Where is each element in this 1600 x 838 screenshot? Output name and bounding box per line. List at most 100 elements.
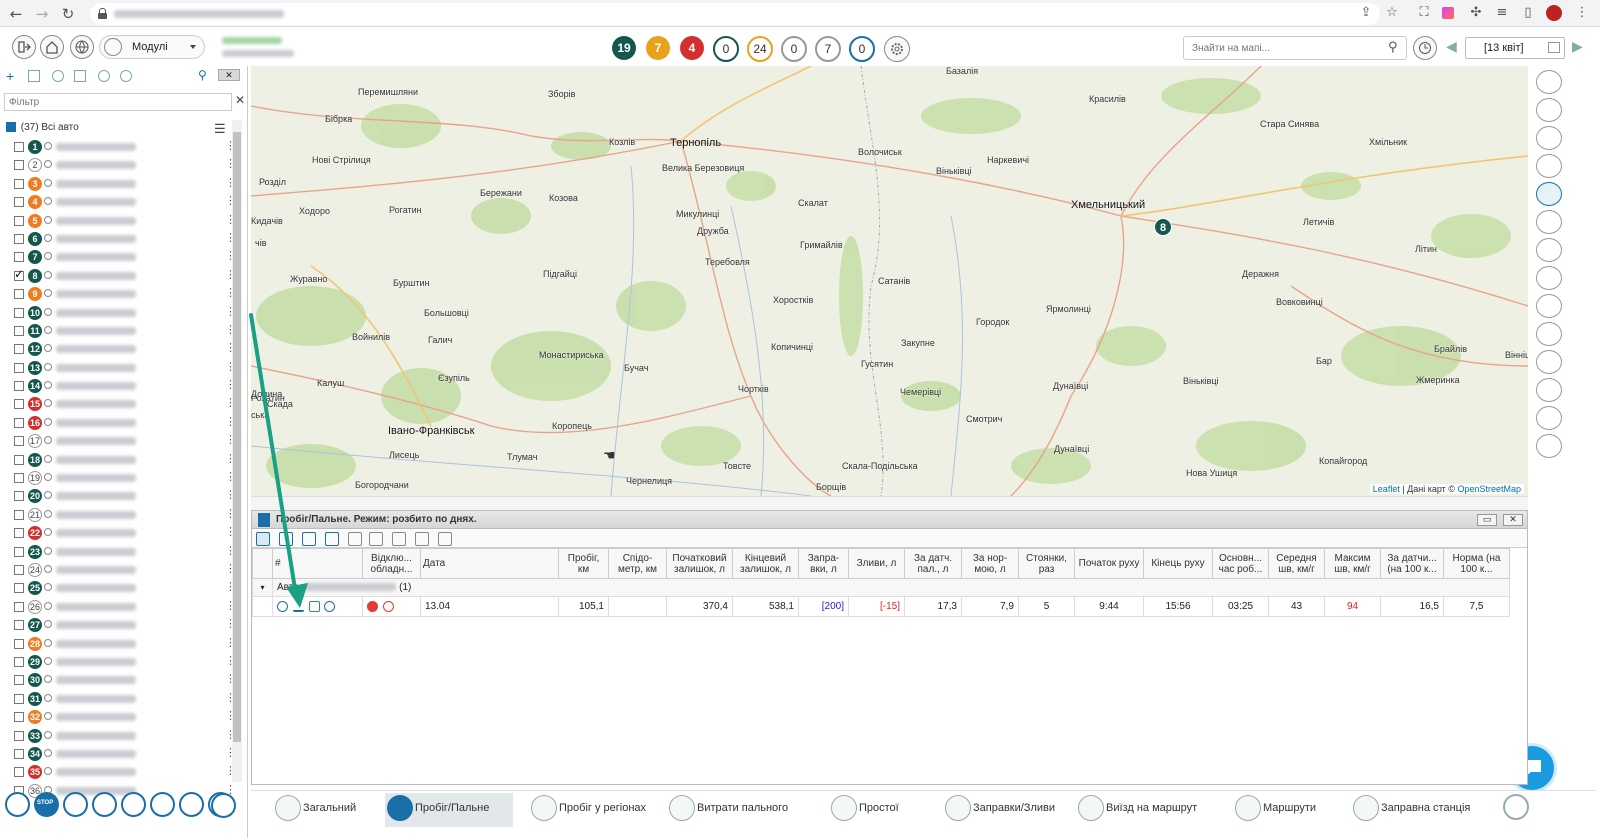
vehicle-checkbox[interactable] bbox=[14, 178, 24, 189]
list-item[interactable]: 9 bbox=[14, 285, 236, 303]
locate-icon[interactable] bbox=[44, 325, 52, 334]
tab-refuel-drain[interactable]: Заправки/Зливи bbox=[943, 793, 1061, 827]
vehicle-menu-icon[interactable] bbox=[225, 672, 236, 686]
map-search-icon[interactable] bbox=[1536, 182, 1562, 206]
modules-dropdown[interactable]: Модулі bbox=[99, 35, 205, 59]
vehicle-checkbox[interactable] bbox=[14, 325, 24, 336]
locate-icon[interactable] bbox=[44, 730, 52, 739]
vehicle-checkbox[interactable] bbox=[14, 712, 24, 723]
add-icon[interactable]: + bbox=[6, 68, 14, 84]
map-search-input[interactable] bbox=[1183, 36, 1407, 60]
locate-icon[interactable] bbox=[44, 307, 52, 316]
geofence-icon[interactable] bbox=[1536, 266, 1562, 290]
vehicle-menu-icon[interactable] bbox=[225, 525, 236, 539]
column-header[interactable]: Зливи, л bbox=[848, 548, 905, 579]
refuel-cell[interactable]: [200] bbox=[798, 596, 849, 617]
printer-icon[interactable] bbox=[415, 532, 429, 546]
list-item[interactable]: 35 bbox=[14, 763, 236, 781]
vehicle-menu-icon[interactable] bbox=[225, 157, 236, 171]
maximize-button[interactable]: ▭ bbox=[1477, 514, 1497, 526]
vehicle-checkbox[interactable] bbox=[14, 381, 24, 392]
locate-icon[interactable] bbox=[44, 601, 52, 610]
counter-status-b[interactable]: 24 bbox=[747, 36, 773, 62]
vehicle-checkbox[interactable] bbox=[14, 344, 24, 355]
list-item[interactable]: 19 bbox=[14, 469, 236, 487]
vehicle-checkbox[interactable] bbox=[14, 656, 24, 667]
vehicle-menu-icon[interactable] bbox=[225, 580, 236, 594]
vehicle-menu-icon[interactable] bbox=[225, 213, 236, 227]
list-item[interactable]: 26 bbox=[14, 598, 236, 616]
logout-icon[interactable] bbox=[12, 35, 36, 59]
share-icon[interactable]: ⇪ bbox=[1358, 5, 1374, 21]
fuel-icon[interactable] bbox=[150, 792, 175, 817]
zoom-out-icon[interactable] bbox=[1536, 154, 1562, 178]
route-icon[interactable] bbox=[63, 792, 88, 817]
vehicle-menu-icon[interactable] bbox=[225, 636, 236, 650]
vehicle-checkbox[interactable] bbox=[14, 748, 24, 759]
vehicle-checkbox[interactable] bbox=[14, 142, 24, 152]
locate-icon[interactable] bbox=[44, 252, 52, 261]
list-item[interactable]: 7 bbox=[14, 248, 236, 266]
vehicle-checkbox[interactable] bbox=[14, 362, 24, 373]
search-icon[interactable]: ⚲ bbox=[1388, 40, 1398, 55]
column-header[interactable]: Стоянки, раз bbox=[1018, 548, 1075, 579]
list-item[interactable]: 31 bbox=[14, 690, 236, 708]
column-header[interactable]: За нор-мою, л bbox=[961, 548, 1019, 579]
clear-filter-icon[interactable]: ✕ bbox=[235, 93, 245, 107]
calendar-icon[interactable] bbox=[1548, 42, 1560, 53]
address-bar[interactable] bbox=[90, 3, 1380, 25]
vehicle-checkbox[interactable] bbox=[14, 267, 24, 281]
zoom-icon[interactable] bbox=[98, 70, 110, 82]
list-item[interactable]: 20 bbox=[14, 487, 236, 505]
column-header[interactable]: Норма (на 100 к... bbox=[1443, 548, 1510, 579]
tree-icon[interactable] bbox=[348, 532, 362, 546]
forward-icon[interactable]: → bbox=[32, 4, 52, 24]
vehicle-checkbox[interactable] bbox=[14, 546, 24, 557]
vehicle-menu-icon[interactable] bbox=[225, 268, 236, 282]
home-icon[interactable] bbox=[40, 35, 64, 59]
vehicle-checkbox[interactable] bbox=[14, 289, 24, 300]
refresh-icon[interactable] bbox=[120, 70, 132, 82]
tab-fuel-consumption[interactable]: Витрати пального bbox=[667, 793, 807, 827]
locate-icon[interactable] bbox=[44, 160, 52, 169]
column-header[interactable]: Кінець руху bbox=[1143, 548, 1213, 579]
vehicle-menu-icon[interactable] bbox=[225, 323, 236, 337]
reload-icon[interactable]: ↻ bbox=[58, 4, 78, 24]
vehicle-menu-icon[interactable] bbox=[225, 305, 236, 319]
list-item[interactable]: 17 bbox=[14, 432, 236, 450]
prev-day-icon[interactable]: ◀ bbox=[1446, 39, 1457, 55]
list-item[interactable]: 30 bbox=[14, 671, 236, 689]
locate-icon[interactable] bbox=[44, 620, 52, 629]
sensor-off-icon[interactable] bbox=[382, 600, 394, 612]
preview-icon[interactable] bbox=[438, 532, 452, 546]
vehicle-menu-icon[interactable] bbox=[225, 691, 236, 705]
list-item[interactable]: 16 bbox=[14, 414, 236, 432]
locate-icon[interactable] bbox=[44, 473, 52, 482]
locate-icon[interactable] bbox=[44, 675, 52, 684]
vehicle-checkbox[interactable] bbox=[14, 454, 24, 465]
list-item[interactable]: 3 bbox=[14, 175, 236, 193]
locate-icon[interactable] bbox=[44, 381, 52, 390]
screenshot-icon[interactable]: ⛶ bbox=[1416, 5, 1432, 21]
vehicle-menu-icon[interactable] bbox=[225, 378, 236, 392]
vehicle-menu-icon[interactable] bbox=[225, 194, 236, 208]
locate-icon[interactable] bbox=[44, 399, 52, 408]
tab-stop-idle[interactable]: Простої bbox=[829, 793, 909, 827]
vehicle-menu-icon[interactable] bbox=[225, 433, 236, 447]
locate-icon[interactable] bbox=[44, 583, 52, 592]
column-header[interactable]: Запра-вки, л bbox=[798, 548, 849, 579]
counter-idle[interactable]: 7 bbox=[646, 36, 670, 60]
vehicle-checkbox[interactable] bbox=[14, 564, 24, 575]
zoom-in-icon[interactable] bbox=[1536, 126, 1562, 150]
group-menu-icon[interactable]: ☰ bbox=[214, 121, 226, 137]
counter-status-a[interactable]: 0 bbox=[713, 36, 739, 62]
locate-icon[interactable] bbox=[44, 178, 52, 187]
locate-icon[interactable] bbox=[44, 693, 52, 702]
list-item[interactable]: 5 bbox=[14, 212, 236, 230]
list-item[interactable]: 33 bbox=[14, 727, 236, 745]
locate-icon[interactable] bbox=[44, 528, 52, 537]
vehicle-checkbox[interactable] bbox=[14, 583, 24, 594]
speedometer-icon[interactable] bbox=[92, 792, 117, 817]
locate-icon[interactable] bbox=[44, 197, 52, 206]
locate-icon[interactable] bbox=[44, 748, 52, 757]
